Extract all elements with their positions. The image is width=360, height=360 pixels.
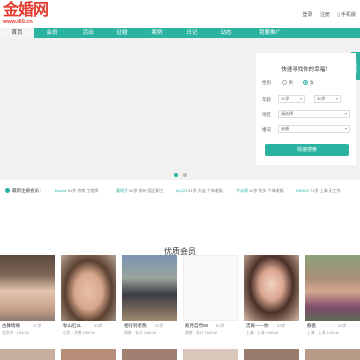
quick-search-panel: 快速寻找你的幸福！ 性别 男 女 年龄 20岁 30岁 地区 请选择 婚况 未婚… bbox=[256, 53, 356, 165]
recent-item[interactable]: hp123 51岁 大连 个体老板 bbox=[176, 188, 223, 194]
age-to-select[interactable]: 30岁 bbox=[314, 95, 341, 103]
member-info: 上海 · 上海 158CM bbox=[246, 331, 278, 335]
member-photo[interactable] bbox=[61, 255, 116, 321]
member-age: 63岁 bbox=[338, 323, 347, 328]
age-from-select[interactable]: 20岁 bbox=[278, 95, 305, 103]
nav-item-home[interactable]: 首页 bbox=[0, 28, 34, 38]
nav-item-promote[interactable]: 我要推广 bbox=[252, 28, 288, 38]
member-info: 湖南 · 长沙 168CM bbox=[124, 331, 156, 335]
main-nav: 首页 会员 活动 征婚 案例 日记 动态 我要推广 bbox=[0, 28, 360, 38]
recent-item[interactable]: 墨相子 50岁 苏州 国企职工 bbox=[116, 188, 164, 194]
member-card[interactable]: 殿月自然58 61岁 湖南 · 长沙 168CM bbox=[183, 255, 238, 348]
top-bar: 金婚网 www.i60.cn 登录 注册 ▯手机版 bbox=[0, 0, 360, 28]
member-age: 47岁 bbox=[33, 323, 42, 328]
gender-male-label: 男 bbox=[288, 80, 294, 85]
gender-row: 性别 男 女 bbox=[262, 80, 314, 86]
nav-item-feed[interactable]: 动态 bbox=[214, 28, 238, 38]
login-link[interactable]: 登录 bbox=[302, 12, 312, 18]
member-age: 52岁 bbox=[155, 323, 164, 328]
member-card[interactable]: 古舞情缘 47岁 北京市 · 163CM bbox=[0, 255, 55, 348]
gender-male-radio[interactable] bbox=[281, 80, 287, 86]
member-info: 湖南 · 长沙 168CM bbox=[185, 331, 217, 335]
site-logo[interactable]: 金婚网 www.i60.cn bbox=[3, 2, 63, 26]
member-card[interactable]: 静蔷 63岁 上海 · 上海 163CM bbox=[305, 255, 360, 348]
member-card[interactable]: 相仔到老晚 52岁 湖南 · 长沙 168CM bbox=[122, 255, 177, 348]
carousel-dot-2[interactable] bbox=[183, 173, 187, 177]
member-photo[interactable] bbox=[183, 349, 238, 360]
top-links: 登录 注册 ▯手机版 bbox=[296, 11, 356, 18]
gender-female-label: 女 bbox=[309, 80, 315, 85]
nav-item-diary[interactable]: 日记 bbox=[180, 28, 204, 38]
nav-item-events[interactable]: 活动 bbox=[76, 28, 100, 38]
member-name[interactable]: 殿月自然58 bbox=[185, 323, 208, 329]
gender-label: 性别 bbox=[262, 80, 271, 85]
logo-url: www.i60.cn bbox=[3, 19, 33, 25]
recent-label: 最新注册会员： bbox=[5, 188, 44, 194]
region-label: 地区 bbox=[262, 112, 271, 117]
member-photo[interactable] bbox=[183, 255, 238, 321]
search-title: 快速寻找你的幸福！ bbox=[281, 67, 331, 73]
quick-search-button[interactable]: 快速搜索 bbox=[265, 144, 349, 156]
member-photo[interactable] bbox=[61, 349, 116, 360]
recent-members-bar: 最新注册会员： Boone 51岁 济南 工程师 墨相子 50岁 苏州 国企职工… bbox=[0, 180, 360, 206]
carousel-dot-1[interactable] bbox=[174, 173, 178, 177]
member-name[interactable]: 静蔷 bbox=[307, 323, 316, 329]
member-photo[interactable] bbox=[244, 349, 299, 360]
register-link[interactable]: 注册 bbox=[320, 12, 330, 18]
member-age: 53岁 bbox=[277, 323, 286, 328]
member-photo[interactable] bbox=[244, 255, 299, 321]
member-photo[interactable] bbox=[122, 255, 177, 321]
member-info: 上海 · 上海 163CM bbox=[307, 331, 339, 335]
recent-item[interactable]: Boone 51岁 济南 工程师 bbox=[55, 188, 98, 194]
phone-icon: ▯ bbox=[337, 12, 340, 18]
member-name[interactable]: 古舞情缘 bbox=[2, 323, 20, 329]
member-age: 61岁 bbox=[216, 323, 225, 328]
recent-item[interactable]: BINGO 71岁 上海 无工作 bbox=[296, 188, 341, 194]
region-select[interactable]: 请选择 bbox=[278, 110, 350, 118]
member-card[interactable]: 秋山红2L 53岁 山东 · 济南 155CM bbox=[61, 255, 116, 348]
member-name[interactable]: 相仔到老晚 bbox=[124, 323, 147, 329]
member-age: 53岁 bbox=[94, 323, 103, 328]
marriage-label: 婚况 bbox=[262, 127, 271, 132]
nav-item-cases[interactable]: 案例 bbox=[145, 28, 169, 38]
nav-item-matchmaking[interactable]: 征婚 bbox=[110, 28, 134, 38]
nav-item-members[interactable]: 会员 bbox=[40, 28, 64, 38]
gender-female-radio[interactable] bbox=[302, 80, 308, 86]
marriage-select[interactable]: 未婚 bbox=[278, 125, 350, 133]
mobile-link[interactable]: ▯手机版 bbox=[337, 12, 356, 18]
age-label: 年龄 bbox=[262, 97, 271, 102]
recent-icon bbox=[5, 188, 10, 194]
member-card[interactable]: 忠爽——你 53岁 上海 · 上海 158CM bbox=[244, 255, 299, 348]
member-info: 北京市 · 163CM bbox=[2, 331, 30, 335]
member-photo[interactable] bbox=[305, 349, 360, 360]
member-photo[interactable] bbox=[122, 349, 177, 360]
recent-item[interactable]: 平淡哥 49岁 包头 个体老板 bbox=[236, 188, 284, 194]
member-photo[interactable] bbox=[0, 255, 55, 321]
member-photo[interactable] bbox=[305, 255, 360, 321]
logo-text: 金婚网 bbox=[3, 0, 49, 19]
member-photo[interactable] bbox=[0, 349, 55, 360]
member-name[interactable]: 忠爽——你 bbox=[246, 323, 269, 329]
member-info: 山东 · 济南 155CM bbox=[63, 331, 95, 335]
member-name[interactable]: 秋山红2L bbox=[63, 323, 82, 329]
